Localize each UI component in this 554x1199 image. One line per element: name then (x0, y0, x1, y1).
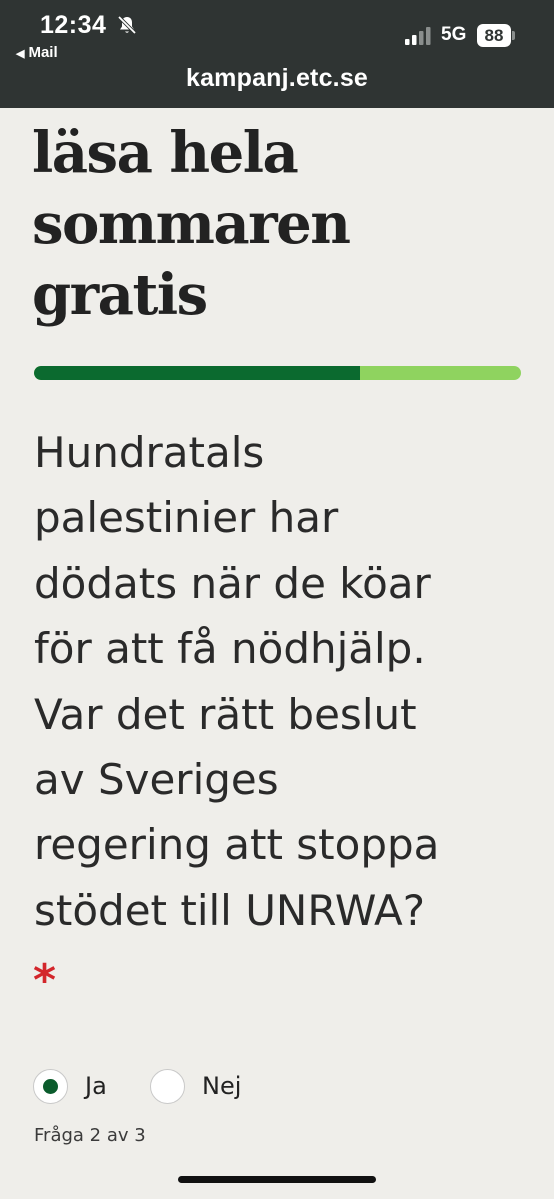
network-type: 5G (441, 24, 467, 45)
question-line: av Sveriges (34, 755, 279, 805)
question-line: för att få nödhjälp. (34, 624, 426, 674)
battery-icon: 88 (477, 24, 511, 47)
radio-ja[interactable] (33, 1068, 68, 1104)
progress-fill (34, 366, 361, 380)
headline-line: läsa hela (32, 120, 299, 186)
question-line: palestinier har (34, 493, 339, 543)
question-line: regering att stoppa (34, 820, 440, 870)
back-label: Mail (28, 44, 58, 61)
battery-tip (512, 31, 515, 40)
question-line: stödet till UNRWA? (34, 885, 426, 935)
required-marker: * (33, 955, 57, 1006)
question-line: dödats när de köar (34, 558, 431, 608)
radio-nej[interactable] (150, 1068, 185, 1104)
question-line: Hundratals (34, 428, 265, 477)
radio-selected-dot (43, 1078, 58, 1094)
bell-slash-icon (117, 15, 137, 35)
status-bar: 12:34 ◀ Mail 5G 88 kampanj.etc.se (0, 0, 554, 108)
headline-line: gratis (32, 262, 208, 328)
cellular-signal-icon (405, 27, 431, 45)
question-text: Hundratals palestinier har dödats när de… (34, 420, 534, 943)
home-indicator (178, 1176, 376, 1183)
back-arrow-icon: ◀ (16, 48, 25, 60)
question-line: Var det rätt beslut (34, 689, 417, 739)
option-label-ja: Ja (85, 1072, 107, 1100)
url-bar[interactable]: kampanj.etc.se (0, 64, 554, 93)
option-label-nej: Nej (202, 1072, 242, 1100)
page-headline: läsa hela sommaren gratis (32, 118, 532, 331)
status-time: 12:34 (40, 11, 107, 39)
option-ja[interactable]: Ja (33, 1068, 107, 1104)
back-to-mail-button[interactable]: ◀ Mail (16, 44, 58, 61)
headline-line: sommaren (32, 191, 351, 257)
question-step-indicator: Fråga 2 av 3 (34, 1125, 146, 1146)
progress-bar (34, 366, 521, 380)
option-nej[interactable]: Nej (150, 1068, 241, 1104)
